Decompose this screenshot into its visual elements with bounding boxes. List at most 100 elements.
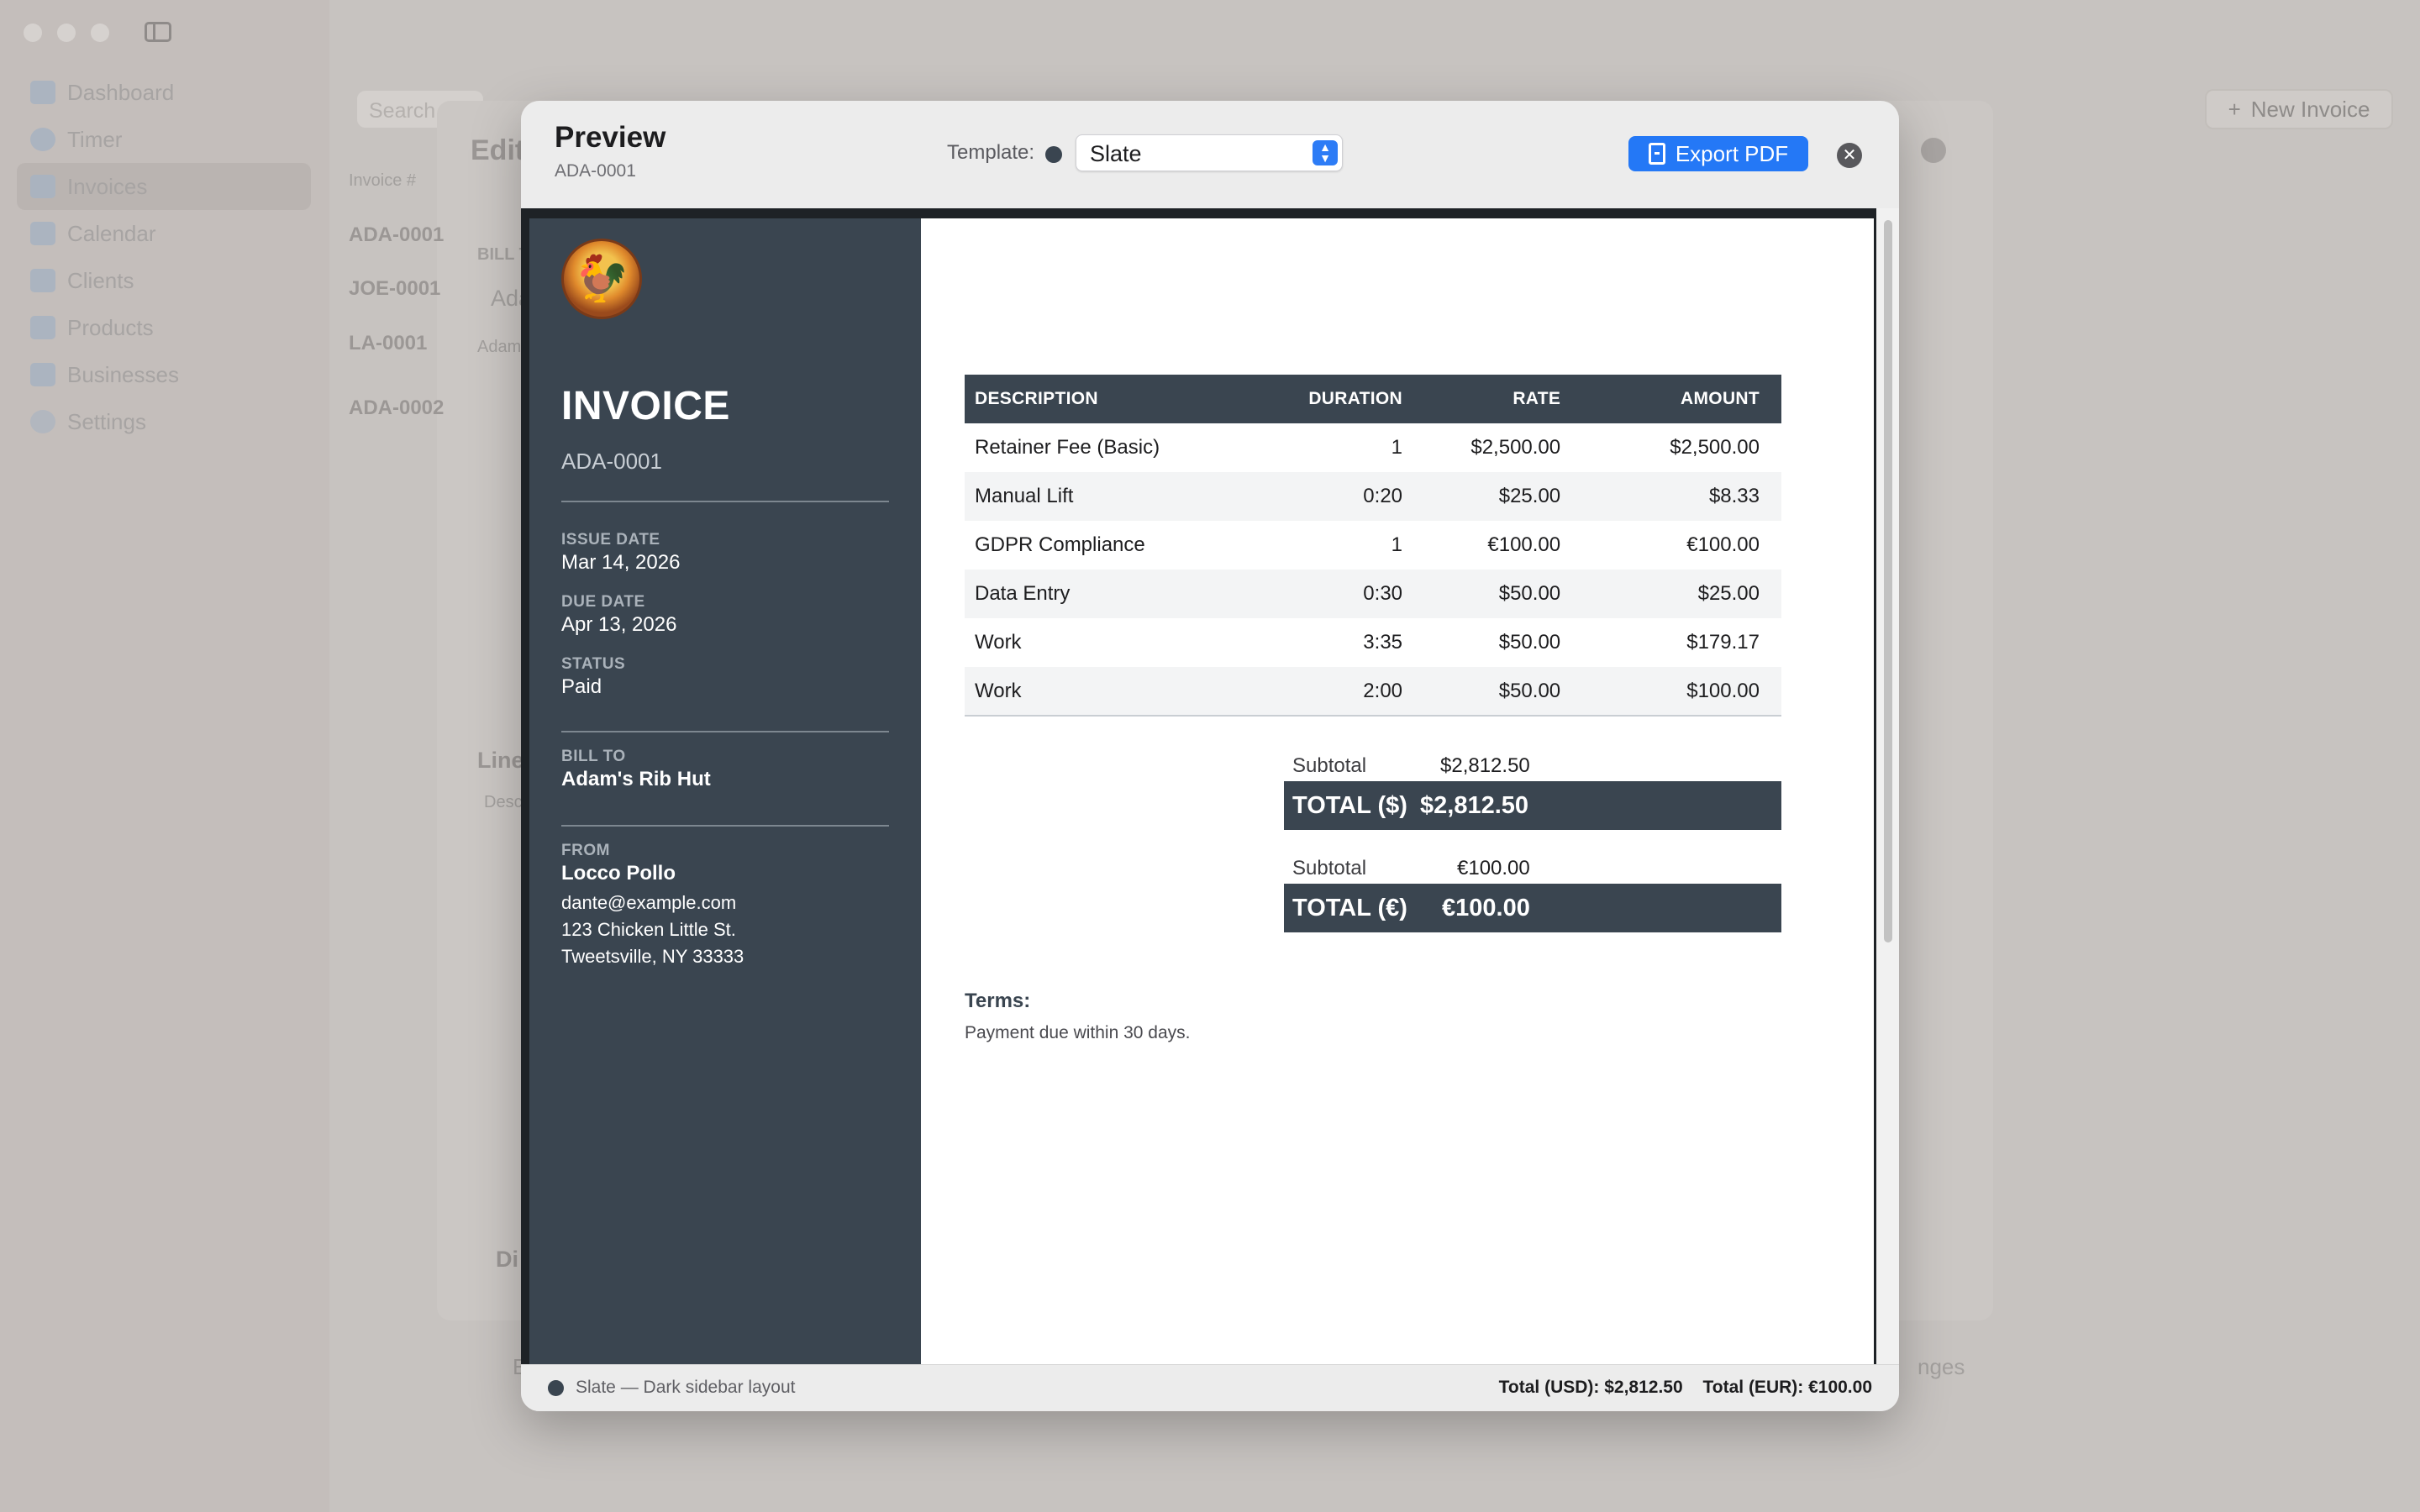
cube-icon (30, 316, 55, 339)
cell-duration: 0:20 (1281, 472, 1413, 521)
template-label: Template: (947, 141, 1035, 164)
editor-close-icon[interactable] (1921, 138, 1946, 163)
status-label: STATUS (561, 655, 626, 673)
cell-amount: $179.17 (1686, 631, 1760, 654)
table-row: Work 2:00 $50.00 $100.00 (965, 667, 1781, 717)
table-row: Data Entry 0:30 $50.00 $25.00 (965, 570, 1781, 618)
sidebar-item-settings[interactable]: Settings (17, 398, 311, 445)
table-row: GDPR Compliance 1 €100.00 €100.00 (965, 521, 1781, 570)
cell-rate: $50.00 (1413, 667, 1571, 717)
preview-subtitle: ADA-0001 (555, 161, 636, 181)
building-icon (30, 363, 55, 386)
minimize-window-icon[interactable] (57, 24, 76, 42)
zoom-window-icon[interactable] (91, 24, 109, 42)
window-controls (24, 24, 109, 42)
invoice-list-item[interactable]: ADA-0001 (349, 223, 444, 247)
gear-icon (30, 410, 55, 433)
cell-duration: 3:35 (1363, 631, 1403, 654)
cell-rate: $2,500.00 (1470, 436, 1561, 459)
sidebar-item-label: Invoices (67, 173, 148, 199)
preview-scrollbar[interactable] (1876, 208, 1899, 1364)
column-header-description: DESCRIPTION (965, 375, 1281, 423)
eur-total-label: TOTAL (€) (1292, 895, 1407, 921)
scrollbar-thumb[interactable] (1884, 220, 1892, 942)
people-icon (30, 269, 55, 292)
sidebar-item-dashboard[interactable]: Dashboard (17, 69, 311, 116)
cell-amount: $100.00 (1570, 667, 1781, 717)
cell-description: Work (975, 631, 1022, 654)
sidebar-item-clients[interactable]: Clients (17, 257, 311, 304)
discount-section-label[interactable]: Di (496, 1247, 518, 1273)
line-items-title: Line (477, 748, 524, 773)
export-pdf-label: Export PDF (1675, 140, 1789, 166)
invoice-list-item[interactable]: JOE-0001 (349, 277, 440, 301)
eur-total-row: TOTAL (€) €100.00 (1284, 884, 1781, 932)
template-select[interactable]: Slate ▲ ▼ (1076, 134, 1343, 171)
divider (561, 501, 889, 502)
table-row: Work 3:35 $50.00 $179.17 (965, 618, 1781, 667)
cell-description: Retainer Fee (Basic) (975, 436, 1160, 459)
cell-duration: 0:30 (1281, 570, 1413, 618)
sidebar-item-products[interactable]: Products (17, 304, 311, 351)
new-invoice-label: New Invoice (2250, 96, 2370, 122)
line-items-table: DESCRIPTION DURATION RATE AMOUNT Retaine… (965, 375, 1781, 717)
cell-rate: $50.00 (1413, 570, 1571, 618)
cell-rate: $50.00 (1498, 631, 1561, 654)
bill-to-name: Adam's Rib Hut (561, 768, 711, 790)
usd-subtotal-label: Subtotal (1292, 754, 1367, 777)
close-icon[interactable]: ✕ (1837, 143, 1862, 168)
status-value: Paid (561, 675, 602, 698)
divider (561, 825, 889, 827)
eur-subtotal-value: €100.00 (1457, 857, 1530, 879)
bill-to-sub: Adam (477, 338, 522, 356)
due-date: Apr 13, 2026 (561, 613, 677, 636)
invoice-column-header: Invoice # (349, 171, 417, 190)
usd-total-row: TOTAL ($) $2,812.50 (1284, 781, 1781, 830)
sidebar-toggle-icon[interactable] (145, 22, 171, 42)
sidebar-item-businesses[interactable]: Businesses (17, 351, 311, 398)
calendar-icon (30, 222, 55, 245)
new-invoice-button[interactable]: + New Invoice (2205, 89, 2393, 129)
invoice-list-item[interactable]: ADA-0002 (349, 396, 444, 420)
invoice-list-item[interactable]: LA-0001 (349, 332, 427, 355)
close-window-icon[interactable] (24, 24, 42, 42)
preview-header: Preview ADA-0001 Template: Slate ▲ ▼ Expo… (521, 101, 1899, 208)
cell-rate: $25.00 (1413, 472, 1571, 521)
footer-total-eur: Total (EUR): €100.00 (1702, 1378, 1873, 1397)
sidebar-item-calendar[interactable]: Calendar (17, 210, 311, 257)
template-description: Slate — Dark sidebar layout (576, 1378, 796, 1397)
eur-subtotal-row: Subtotal €100.00 (1284, 850, 1781, 884)
cell-duration: 1 (1391, 533, 1403, 556)
from-address-line-1: 123 Chicken Little St. (561, 919, 736, 940)
usd-subtotal-row: Subtotal $2,812.50 (1284, 748, 1781, 781)
cell-duration: 2:00 (1281, 667, 1413, 717)
from-name: Locco Pollo (561, 862, 676, 885)
usd-subtotal-value: $2,812.50 (1440, 754, 1530, 777)
document-icon (30, 175, 55, 198)
from-address-line-2: Tweetsville, NY 33333 (561, 946, 744, 967)
sidebar-item-label: Dashboard (67, 79, 175, 105)
chart-icon (30, 81, 55, 104)
preview-footer: Slate — Dark sidebar layout Total (USD):… (521, 1364, 1899, 1411)
column-header-duration: DURATION (1281, 375, 1413, 423)
app-sidebar: Dashboard Timer Invoices Calendar Client… (0, 0, 329, 1512)
invoice-title: INVOICE (561, 384, 730, 428)
template-select-value: Slate (1090, 141, 1142, 166)
clock-icon (30, 128, 55, 151)
divider (561, 731, 889, 732)
terms-text: Payment due within 30 days. (965, 1023, 1191, 1042)
cell-amount: $2,500.00 (1670, 436, 1760, 459)
column-header-amount: AMOUNT (1570, 375, 1781, 423)
export-pdf-button[interactable]: Export PDF (1628, 136, 1808, 171)
document-icon (1648, 143, 1665, 165)
save-changes-button[interactable]: nges (1918, 1354, 1965, 1380)
usd-total-value: $2,812.50 (1420, 792, 1529, 819)
eur-total-value: €100.00 (1442, 895, 1530, 921)
footer-totals: Total (USD): $2,812.50 Total (EUR): €100… (1484, 1378, 1872, 1398)
cell-amount: $25.00 (1570, 570, 1781, 618)
from-email: dante@example.com (561, 892, 737, 913)
sidebar-item-invoices[interactable]: Invoices (17, 163, 311, 210)
sidebar-item-timer[interactable]: Timer (17, 116, 311, 163)
document-frame: 🐓 INVOICE ADA-0001 ISSUE DATE Mar 14, 20… (521, 208, 1876, 1364)
sidebar-item-label: Timer (67, 126, 123, 152)
